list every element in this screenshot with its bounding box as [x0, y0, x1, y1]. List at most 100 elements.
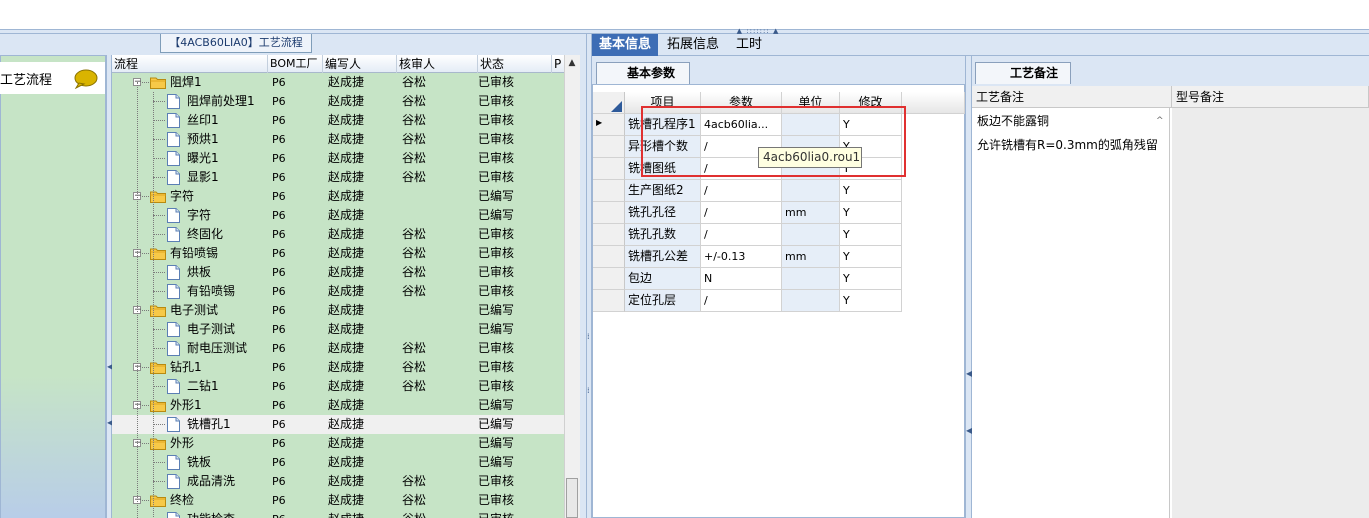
col-writer[interactable]: 编写人 — [323, 55, 397, 73]
right-vertical-splitter[interactable]: ◀ ◀ — [965, 56, 972, 518]
row-header[interactable] — [593, 290, 625, 312]
tree-row[interactable]: 功能检查 P6 赵成捷 谷松 已审核 — [112, 510, 564, 518]
subtab-basic-params[interactable]: 基本参数 — [596, 62, 690, 84]
row-header[interactable] — [593, 158, 625, 180]
param-value[interactable]: / — [701, 290, 782, 312]
tree-row[interactable]: − 字符 P6 赵成捷 已编写 — [112, 187, 564, 206]
row-header[interactable] — [593, 180, 625, 202]
tree-reviewer: 谷松 — [402, 510, 426, 518]
document-icon — [167, 322, 180, 337]
col-flow[interactable]: 流程 — [112, 55, 268, 73]
tree-status: 已编写 — [478, 303, 515, 317]
tree-scrollbar[interactable] — [564, 55, 580, 518]
param-modify[interactable]: Y — [840, 268, 902, 290]
tree-row[interactable]: − 阻焊1 P6 赵成捷 谷松 已审核 — [112, 73, 564, 92]
scroll-up-icon[interactable]: ▲ — [564, 55, 580, 72]
note-line: 板边不能露铜 — [977, 114, 1050, 128]
tab-basic-info[interactable]: 基本信息 — [592, 34, 658, 56]
tree-status: 已审核 — [478, 75, 515, 89]
tree-reviewer: 谷松 — [402, 246, 427, 260]
tree-row[interactable]: 曝光1 P6 赵成捷 谷松 已审核 — [112, 149, 564, 168]
tree-row[interactable]: 耐电压测试 P6 赵成捷 谷松 已审核 — [112, 339, 564, 358]
col-model-notes[interactable]: 型号备注 — [1172, 86, 1369, 108]
tree-row[interactable]: 二钻1 P6 赵成捷 谷松 已审核 — [112, 377, 564, 396]
tree-writer: 赵成捷 — [328, 436, 365, 450]
tree-row[interactable]: 字符 P6 赵成捷 已编写 — [112, 206, 564, 225]
param-value[interactable]: +/-0.13 — [701, 246, 782, 268]
tree-row[interactable]: 阻焊前处理1 P6 赵成捷 谷松 已审核 — [112, 92, 564, 111]
row-header[interactable] — [593, 224, 625, 246]
tree-row[interactable]: 丝印1 P6 赵成捷 谷松 已审核 — [112, 111, 564, 130]
row-header[interactable] — [593, 268, 625, 290]
param-item: 包边 — [625, 268, 701, 290]
tree-name: 阻焊1 — [170, 75, 202, 89]
document-icon — [167, 265, 180, 280]
tree-name: 外形 — [170, 436, 195, 450]
tree-reviewer: 谷松 — [402, 265, 427, 279]
tree-status: 已审核 — [478, 341, 515, 355]
param-modify[interactable]: Y — [840, 290, 902, 312]
tree-row[interactable]: 铣槽孔1 P6 赵成捷 已编写 — [112, 415, 564, 434]
document-icon — [167, 208, 180, 223]
splitter-grip-icon[interactable]: ⁞ — [587, 332, 590, 341]
row-header[interactable] — [593, 246, 625, 268]
row-header[interactable] — [593, 202, 625, 224]
tree-bom: P6 — [272, 456, 286, 469]
tree-reviewer: 谷松 — [402, 132, 427, 146]
tab-work-hours[interactable]: 工时 — [731, 34, 767, 56]
scroll-thumb[interactable] — [566, 478, 578, 518]
param-modify[interactable]: Y — [840, 224, 902, 246]
tree-row[interactable]: − 电子测试 P6 赵成捷 已编写 — [112, 301, 564, 320]
tree-writer: 赵成捷 — [328, 455, 365, 469]
tree-row[interactable]: − 外形1 P6 赵成捷 已编写 — [112, 396, 564, 415]
process-notes-cell[interactable] — [972, 108, 1170, 518]
tree-status: 已审核 — [478, 132, 515, 146]
splitter-grip-icon[interactable]: ⁞ — [587, 386, 590, 395]
param-modify[interactable]: Y — [840, 202, 902, 224]
col-status[interactable]: 状态 — [478, 55, 552, 73]
tree-row[interactable]: 有铅喷锡 P6 赵成捷 谷松 已审核 — [112, 282, 564, 301]
tree-row[interactable]: − 有铅喷锡 P6 赵成捷 谷松 已审核 — [112, 244, 564, 263]
row-header[interactable] — [593, 136, 625, 158]
note-line: 允许铣槽有R=0.3mm的弧角残留 — [977, 138, 1158, 152]
notes-scroll-up-icon[interactable]: ^ — [1156, 116, 1164, 126]
nav-item-label: 工艺流程 — [0, 73, 53, 88]
tree-bom: P6 — [272, 399, 286, 412]
tree-status: 已编写 — [478, 436, 515, 450]
tree-connector — [153, 215, 165, 216]
param-value[interactable]: N — [701, 268, 782, 290]
tree-bom: P6 — [272, 380, 286, 393]
tree-row[interactable]: 电子测试 P6 赵成捷 已编写 — [112, 320, 564, 339]
col-p[interactable]: P — [552, 55, 564, 73]
folder-icon — [150, 77, 166, 89]
tree-name: 电子测试 — [187, 322, 236, 336]
tree-reviewer: 谷松 — [402, 75, 427, 89]
param-item: 定位孔层 — [625, 290, 701, 312]
col-reviewer[interactable]: 核审人 — [397, 55, 478, 73]
col-process-notes[interactable]: 工艺备注 — [972, 86, 1172, 108]
tree-row[interactable]: 显影1 P6 赵成捷 谷松 已审核 — [112, 168, 564, 187]
tree-status: 已编写 — [478, 189, 515, 203]
param-modify[interactable]: Y — [840, 180, 902, 202]
param-modify[interactable]: Y — [840, 246, 902, 268]
tree-row[interactable]: 烘板 P6 赵成捷 谷松 已审核 — [112, 263, 564, 282]
tree-row[interactable]: − 外形 P6 赵成捷 已编写 — [112, 434, 564, 453]
param-value[interactable]: / — [701, 180, 782, 202]
tree-row[interactable]: 终固化 P6 赵成捷 谷松 已审核 — [112, 225, 564, 244]
subtab-process-notes[interactable]: 工艺备注 — [975, 62, 1071, 84]
tab-extended-info[interactable]: 拓展信息 — [662, 34, 724, 56]
row-header[interactable]: ▶ — [593, 114, 625, 136]
tree-writer: 赵成捷 — [328, 113, 365, 127]
param-item: 生产图纸2 — [625, 180, 701, 202]
tree-status: 已编写 — [478, 417, 515, 431]
tree-row[interactable]: − 终检 P6 赵成捷 谷松 已审核 — [112, 491, 564, 510]
tree-row[interactable]: 预烘1 P6 赵成捷 谷松 已审核 — [112, 130, 564, 149]
param-value[interactable]: / — [701, 224, 782, 246]
tree-connector — [142, 367, 149, 368]
tree-row[interactable]: 成品清洗 P6 赵成捷 谷松 已审核 — [112, 472, 564, 491]
model-notes-cell[interactable] — [1172, 108, 1369, 518]
param-value[interactable]: / — [701, 202, 782, 224]
col-bom[interactable]: BOM工厂 — [268, 55, 323, 73]
tree-row[interactable]: 铣板 P6 赵成捷 已编写 — [112, 453, 564, 472]
tree-row[interactable]: − 钻孔1 P6 赵成捷 谷松 已审核 — [112, 358, 564, 377]
